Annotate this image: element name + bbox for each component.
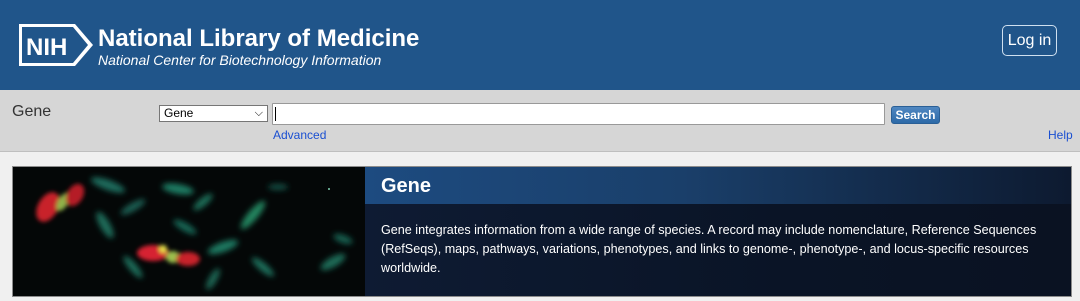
- database-select-value: Gene: [164, 106, 194, 120]
- banner-content: Gene Gene integrates information from a …: [365, 167, 1071, 296]
- site-subtitle: National Center for Biotechnology Inform…: [98, 52, 382, 68]
- site-header: NIH National Library of Medicine Nationa…: [0, 0, 1080, 90]
- svg-text:NIH: NIH: [26, 34, 67, 61]
- text-caret: [275, 107, 276, 121]
- database-title: Gene: [12, 103, 52, 120]
- search-button[interactable]: Search: [891, 106, 940, 124]
- banner-title-bar: Gene: [365, 167, 1071, 204]
- banner-description: Gene integrates information from a wide …: [381, 223, 1037, 275]
- gene-banner: Gene Gene integrates information from a …: [12, 166, 1072, 297]
- banner-title: Gene: [381, 175, 432, 197]
- site-title[interactable]: National Library of Medicine: [98, 25, 419, 53]
- help-link[interactable]: Help: [1048, 128, 1073, 142]
- advanced-search-link[interactable]: Advanced: [273, 128, 326, 142]
- search-input[interactable]: [272, 103, 885, 125]
- chevron-down-icon: ⌵: [254, 107, 263, 119]
- database-select[interactable]: Gene ⌵: [159, 105, 268, 122]
- chromosome-image: [13, 167, 365, 296]
- login-button[interactable]: Log in: [1002, 25, 1057, 56]
- nih-logo[interactable]: NIH: [19, 24, 93, 66]
